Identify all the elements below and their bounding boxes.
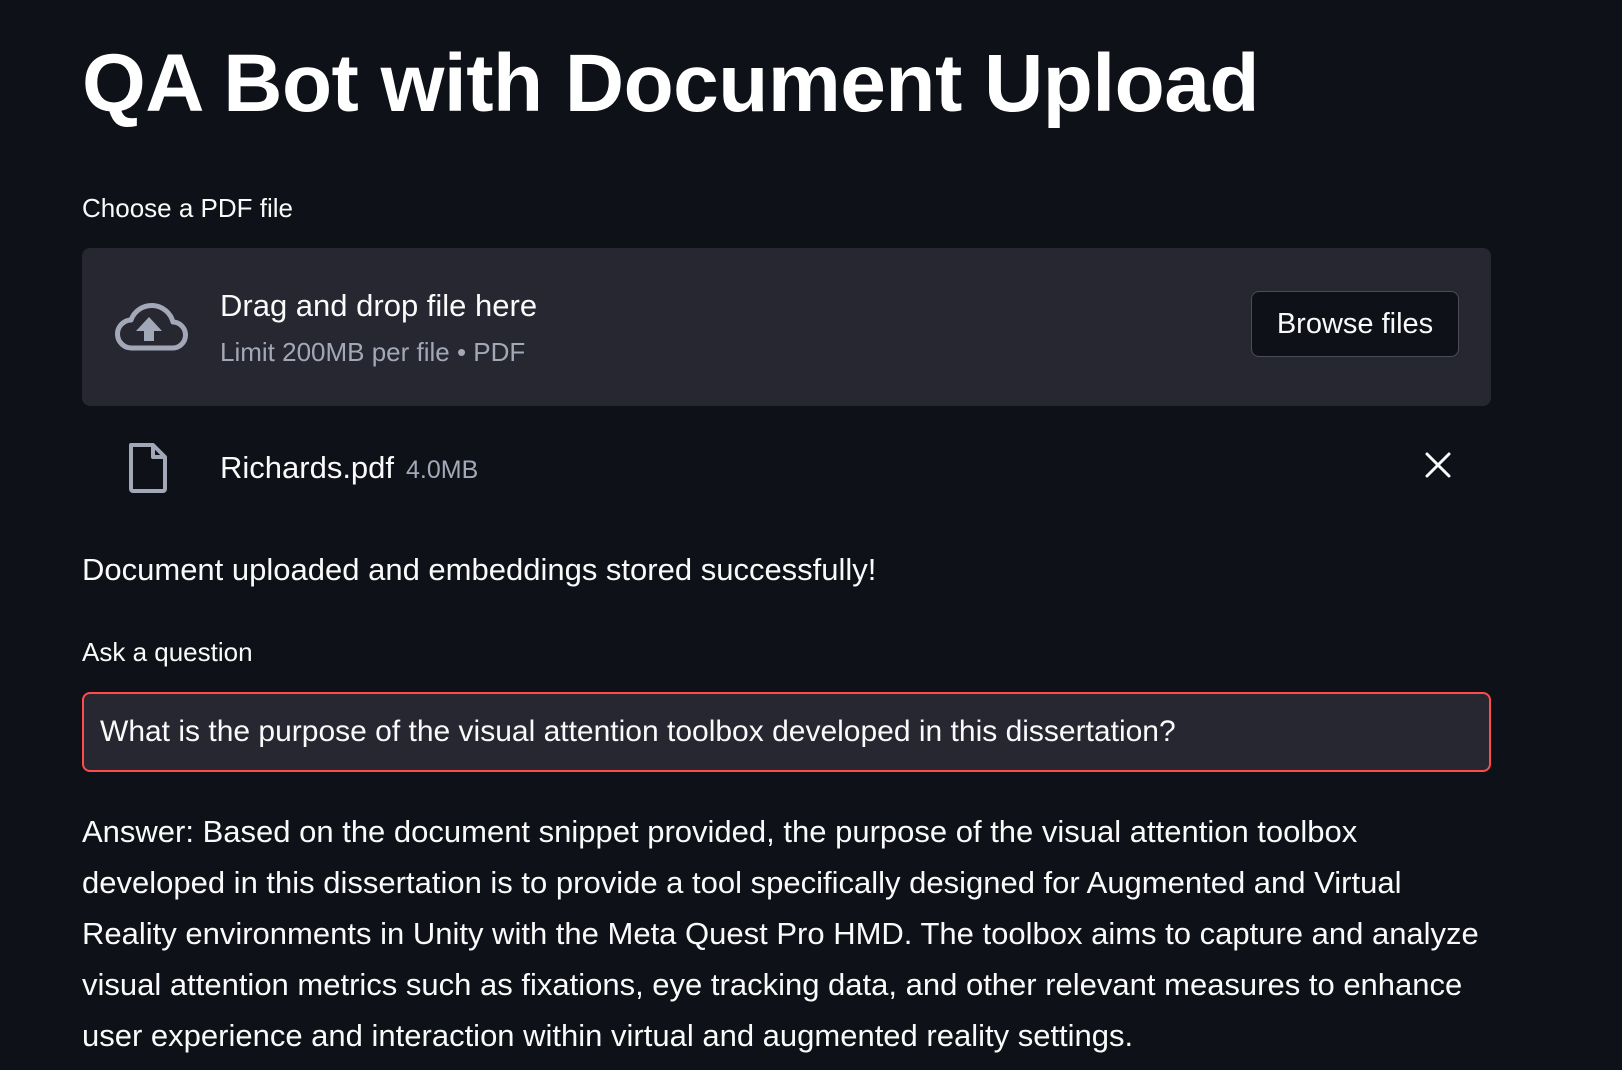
status-message: Document uploaded and embeddings stored … [82, 552, 877, 587]
main-content: QA Bot with Document Upload Choose a PDF… [82, 0, 1491, 1061]
close-icon[interactable] [1423, 450, 1453, 480]
file-size: 4.0MB [406, 456, 479, 484]
cloud-upload-icon [115, 302, 188, 351]
dropzone-instructions: Drag and drop file here Limit 200MB per … [220, 286, 537, 368]
browse-files-button[interactable]: Browse files [1251, 291, 1459, 357]
file-uploader-label: Choose a PDF file [82, 193, 293, 223]
question-label: Ask a question [82, 637, 253, 667]
dropzone-title: Drag and drop file here [220, 288, 538, 323]
question-input[interactable] [82, 692, 1491, 772]
page-title: QA Bot with Document Upload [82, 38, 1259, 129]
uploaded-file-info: Richards.pdf 4.0MB [220, 448, 478, 490]
answer-text: Answer: Based on the document snippet pr… [82, 814, 1479, 1053]
file-dropzone[interactable]: Drag and drop file here Limit 200MB per … [82, 248, 1491, 406]
dropzone-limit: Limit 200MB per file • PDF [220, 337, 526, 367]
uploaded-file-row: Richards.pdf 4.0MB [82, 406, 1491, 526]
file-name: Richards.pdf [220, 450, 395, 485]
file-icon [129, 443, 167, 493]
